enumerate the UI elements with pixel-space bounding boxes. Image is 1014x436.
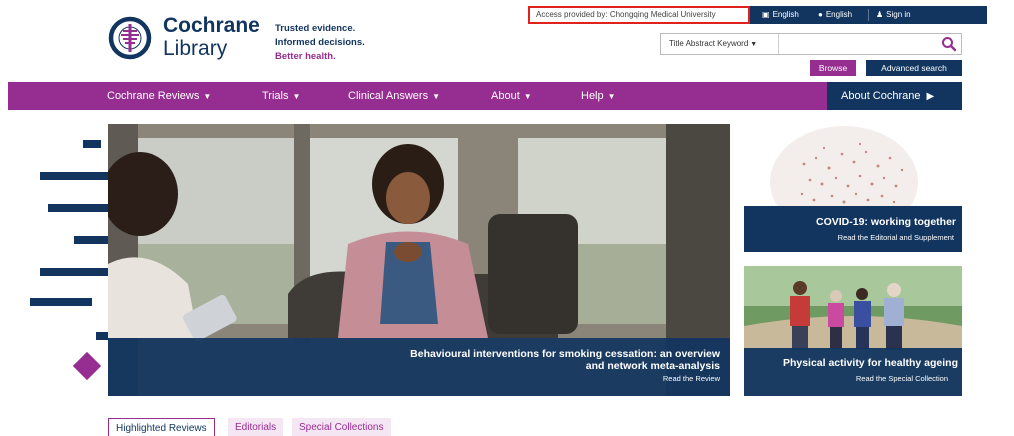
card-covid[interactable]: COVID-19: working together Read the Edit… bbox=[744, 124, 962, 252]
decorative-bar bbox=[48, 204, 110, 212]
chevron-down-icon: ▼ bbox=[750, 41, 758, 48]
logo-subtitle[interactable]: Library bbox=[163, 37, 227, 61]
nav-item-label: Clinical Answers bbox=[348, 90, 429, 102]
main-nav: Cochrane Reviews ▼ Trials ▼ Clinical Answe… bbox=[8, 82, 962, 110]
nav-item-about[interactable]: About ▼ bbox=[491, 82, 532, 110]
user-icon: ♟ bbox=[876, 10, 884, 19]
card-physical-activity[interactable]: Physical activity for healthy ageing Rea… bbox=[744, 266, 962, 396]
nav-item-label: About bbox=[491, 90, 520, 102]
search-input[interactable] bbox=[781, 35, 931, 53]
language-label-1: English bbox=[772, 10, 799, 19]
nav-item-help[interactable]: Help ▼ bbox=[581, 82, 616, 110]
activity-caption: Physical activity for healthy ageing Rea… bbox=[744, 348, 962, 396]
covid-caption: COVID-19: working together Read the Edit… bbox=[744, 206, 962, 252]
about-cochrane-link[interactable]: About Cochrane ▶ bbox=[827, 82, 962, 110]
tagline-line-2: Informed decisions. bbox=[275, 37, 365, 48]
tab-special-collections[interactable]: Special Collections bbox=[292, 418, 391, 436]
chevron-down-icon: ▼ bbox=[203, 92, 212, 101]
access-provided-notice: Access provided by: Chongqing Medical Un… bbox=[528, 6, 750, 24]
search-scope-select[interactable]: Title Abstract Keyword ▼ bbox=[661, 34, 779, 54]
nav-item-label: Help bbox=[581, 90, 604, 102]
tagline-line-1: Trusted evidence. bbox=[275, 23, 356, 34]
chevron-down-icon: ▼ bbox=[432, 92, 441, 101]
about-cochrane-label: About Cochrane bbox=[841, 90, 921, 102]
decorative-diamond bbox=[72, 351, 102, 381]
decorative-bar bbox=[83, 140, 101, 148]
nav-item-clinical-answers[interactable]: Clinical Answers ▼ bbox=[348, 82, 440, 110]
document-icon: ▣ bbox=[762, 10, 770, 19]
tagline: Trusted evidence. Informed decisions. Be… bbox=[275, 22, 365, 64]
cochrane-logo-icon[interactable] bbox=[108, 16, 152, 60]
covid-title[interactable]: COVID-19: working together bbox=[816, 216, 956, 228]
tab-editorials[interactable]: Editorials bbox=[228, 418, 284, 436]
nav-item-cochrane-reviews[interactable]: Cochrane Reviews ▼ bbox=[107, 82, 211, 110]
top-divider bbox=[868, 9, 869, 21]
hero-read-link[interactable]: Read the Review bbox=[663, 374, 720, 383]
search-icon[interactable] bbox=[941, 36, 957, 52]
logo-title[interactable]: Cochrane bbox=[163, 15, 260, 37]
sign-in-link[interactable]: ♟ Sign in bbox=[876, 6, 911, 24]
activity-title[interactable]: Physical activity for healthy ageing bbox=[783, 357, 958, 369]
hero-caption: Behavioural interventions for smoking ce… bbox=[108, 338, 730, 396]
nav-item-label: Cochrane Reviews bbox=[107, 90, 200, 102]
advanced-search-button[interactable]: Advanced search bbox=[866, 60, 962, 76]
chevron-down-icon: ▼ bbox=[292, 92, 301, 101]
tagline-line-3: Better health. bbox=[275, 51, 336, 62]
covid-link[interactable]: Read the Editorial and Supplement bbox=[838, 233, 954, 242]
decorative-bar bbox=[30, 298, 92, 306]
chevron-down-icon: ▼ bbox=[523, 92, 532, 101]
chevron-down-icon: ▼ bbox=[607, 92, 616, 101]
hero-title[interactable]: Behavioural interventions for smoking ce… bbox=[390, 348, 720, 372]
globe-icon: ● bbox=[818, 10, 823, 19]
tab-highlighted-reviews[interactable]: Highlighted Reviews bbox=[108, 418, 215, 436]
chevron-right-icon: ▶ bbox=[926, 91, 935, 102]
language-link-1[interactable]: ▣ English bbox=[762, 6, 799, 24]
search-scope-label: Title Abstract Keyword bbox=[669, 39, 749, 48]
nav-item-label: Trials bbox=[262, 90, 289, 102]
language-label-2: English bbox=[825, 10, 853, 19]
top-utility-bar: Access provided by: Chongqing Medical Un… bbox=[528, 6, 987, 24]
sign-in-label: Sign in bbox=[886, 10, 911, 19]
browse-button[interactable]: Browse bbox=[810, 60, 856, 76]
activity-link[interactable]: Read the Special Collection bbox=[856, 374, 948, 383]
nav-item-trials[interactable]: Trials ▼ bbox=[262, 82, 300, 110]
hero-banner[interactable]: Behavioural interventions for smoking ce… bbox=[108, 124, 730, 396]
search-box: Title Abstract Keyword ▼ bbox=[660, 33, 962, 55]
language-link-2[interactable]: ● English bbox=[818, 6, 852, 24]
